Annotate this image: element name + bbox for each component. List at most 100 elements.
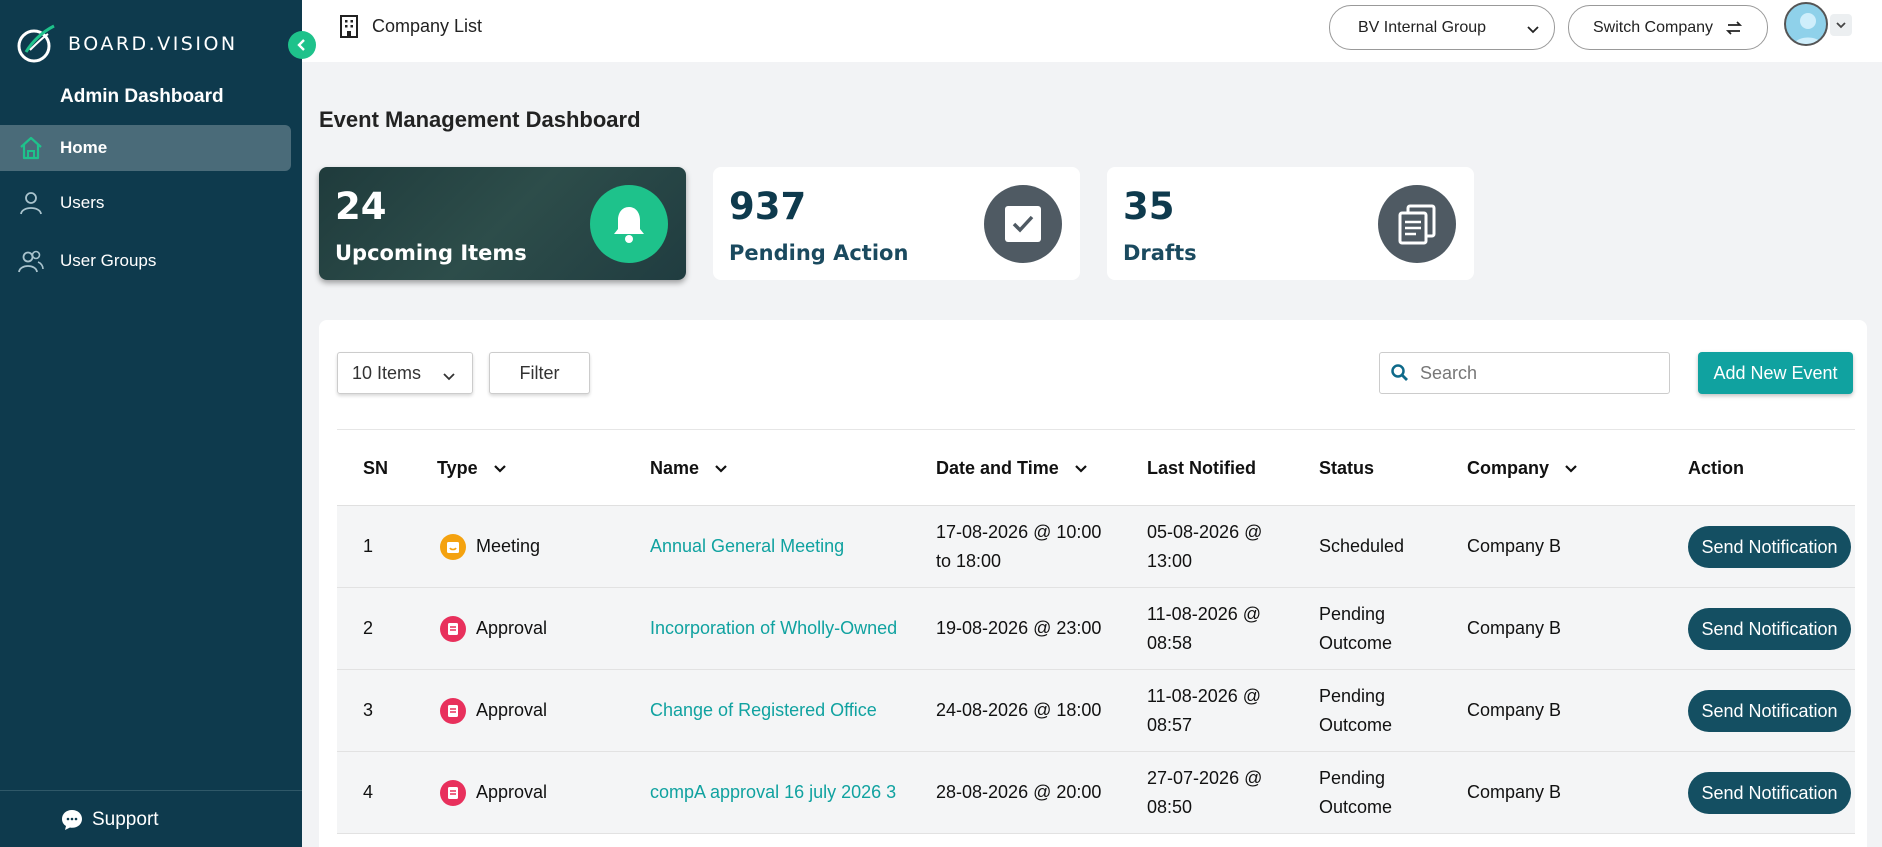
filter-button[interactable]: Filter (489, 352, 590, 394)
send-notification-button[interactable]: Send Notification (1688, 526, 1851, 568)
meeting-icon (440, 533, 466, 560)
stat-icon-wrap (590, 185, 668, 263)
column-header-company[interactable]: Company (1467, 458, 1579, 479)
chevron-down-icon (1074, 464, 1087, 473)
event-name-link[interactable]: compA approval 16 july 2026 3 (650, 778, 896, 807)
cell-status: Pending Outcome (1319, 764, 1392, 822)
search-box (1379, 352, 1670, 394)
status-line: Outcome (1319, 715, 1393, 735)
stat-card-upcoming[interactable]: 24 Upcoming Items (319, 167, 686, 280)
table-header: SN Type Name Date and Time Last Notified… (337, 429, 1855, 506)
add-new-event-button[interactable]: Add New Event (1698, 352, 1853, 394)
column-header-datetime[interactable]: Date and Time (936, 458, 1089, 479)
sidebar-title: Admin Dashboard (60, 86, 224, 107)
status-line: Pending (1319, 604, 1386, 624)
support-link[interactable]: Support (60, 808, 159, 832)
type-label: Meeting (476, 536, 541, 556)
cell-datetime: 17-08-2026 @ 10:00 to 18:00 (936, 518, 1101, 576)
cell-company: Company B (1467, 536, 1562, 556)
notified-line: 11-08-2026 @ (1147, 604, 1262, 624)
items-per-page-select[interactable]: 10 Items (337, 352, 473, 394)
cell-sn: 1 (363, 536, 374, 556)
chevron-down-icon (443, 373, 455, 381)
cell-last-notified: 05-08-2026 @ 13:00 (1147, 518, 1262, 576)
notified-line: 05-08-2026 @ (1147, 522, 1263, 542)
cell-last-notified: 27-07-2026 @ 08:50 (1147, 764, 1262, 822)
column-header-label: Name (650, 458, 700, 478)
swap-icon (1725, 20, 1743, 35)
search-input[interactable] (1420, 362, 1650, 384)
status-line: Outcome (1319, 633, 1393, 653)
send-notification-button[interactable]: Send Notification (1688, 772, 1851, 814)
type-label: Approval (476, 700, 548, 720)
cell-last-notified: 11-08-2026 @ 08:57 (1147, 682, 1261, 740)
notified-line: 11-08-2026 @ (1147, 686, 1262, 706)
cell-company: Company B (1467, 618, 1562, 638)
documents-icon (1398, 204, 1436, 245)
cell-type: Meeting (440, 532, 540, 561)
cell-sn: 4 (363, 782, 374, 802)
event-name-link[interactable]: Annual General Meeting (650, 532, 844, 561)
cell-company: Company B (1467, 782, 1562, 802)
type-label: Approval (476, 782, 548, 802)
user-icon (20, 192, 42, 215)
chevron-down-icon (1527, 26, 1539, 34)
chevron-left-icon (297, 39, 305, 51)
group-select-value: BV Internal Group (1358, 18, 1487, 36)
items-per-page-value: 10 Items (352, 362, 422, 383)
page-title: Event Management Dashboard (319, 107, 641, 132)
stat-value: 35 (1123, 185, 1175, 228)
column-header-label: Last Notified (1147, 458, 1257, 478)
cell-company: Company B (1467, 700, 1562, 720)
stat-icon-wrap (1378, 185, 1456, 263)
building-icon (340, 15, 358, 38)
switch-company-label: Switch Company (1592, 18, 1714, 36)
sidebar: BOARD.VISION Admin Dashboard Home Users … (0, 0, 302, 847)
user-menu-toggle[interactable] (1830, 14, 1852, 36)
event-name-link[interactable]: Change of Registered Office (650, 696, 877, 725)
sidebar-collapse-button[interactable] (288, 31, 316, 59)
cell-sn: 3 (363, 700, 374, 720)
sidebar-divider (0, 790, 302, 791)
stat-card-pending[interactable]: 937 Pending Action (713, 167, 1080, 280)
column-header-name[interactable]: Name (650, 458, 729, 479)
column-header-label: Action (1688, 458, 1744, 478)
column-header-label: Type (437, 458, 478, 478)
brand-name: BOARD.VISION (68, 33, 238, 55)
sidebar-item-label: Home (60, 138, 108, 157)
sidebar-item-label: User Groups (60, 251, 157, 270)
column-header-label: Company (1467, 458, 1550, 478)
avatar-icon (1793, 13, 1823, 44)
status-line: Pending (1319, 686, 1386, 706)
logo-mark-icon (17, 24, 55, 63)
cell-status: Pending Outcome (1319, 682, 1392, 740)
approval-icon (440, 615, 466, 642)
send-notification-button[interactable]: Send Notification (1688, 690, 1851, 732)
switch-company-button[interactable]: Switch Company (1568, 5, 1768, 50)
top-bar: Company List BV Internal Group Switch Co… (302, 0, 1882, 62)
events-panel: 10 Items Filter Add New Event SN Type Na… (319, 320, 1867, 847)
column-header-label: Date and Time (936, 458, 1059, 478)
event-name-link[interactable]: Incorporation of Wholly-Owned (650, 614, 897, 643)
cell-datetime: 28-08-2026 @ 20:00 (936, 782, 1102, 802)
cell-status: Scheduled (1319, 536, 1405, 556)
stat-card-drafts[interactable]: 35 Drafts (1107, 167, 1474, 280)
company-list-link[interactable]: Company List (338, 14, 482, 38)
sidebar-item-user-groups[interactable]: User Groups (0, 238, 291, 284)
chat-icon (62, 810, 82, 830)
stat-value: 24 (335, 185, 387, 228)
sidebar-item-home[interactable]: Home (0, 125, 291, 171)
send-notification-button[interactable]: Send Notification (1688, 608, 1851, 650)
sidebar-item-users[interactable]: Users (0, 180, 291, 226)
notified-line: 08:58 (1147, 633, 1193, 653)
column-header-label: Status (1319, 458, 1375, 478)
home-icon (20, 136, 42, 160)
column-header-type[interactable]: Type (437, 458, 508, 479)
column-header-status: Status (1319, 458, 1374, 479)
notified-line: 08:57 (1147, 715, 1193, 735)
user-avatar[interactable] (1784, 2, 1828, 46)
brand-logo[interactable]: BOARD.VISION (14, 22, 238, 66)
group-select[interactable]: BV Internal Group (1329, 5, 1555, 50)
users-icon (18, 250, 44, 273)
table-row: 3 Approval Change of Registered Office 2… (337, 670, 1855, 752)
